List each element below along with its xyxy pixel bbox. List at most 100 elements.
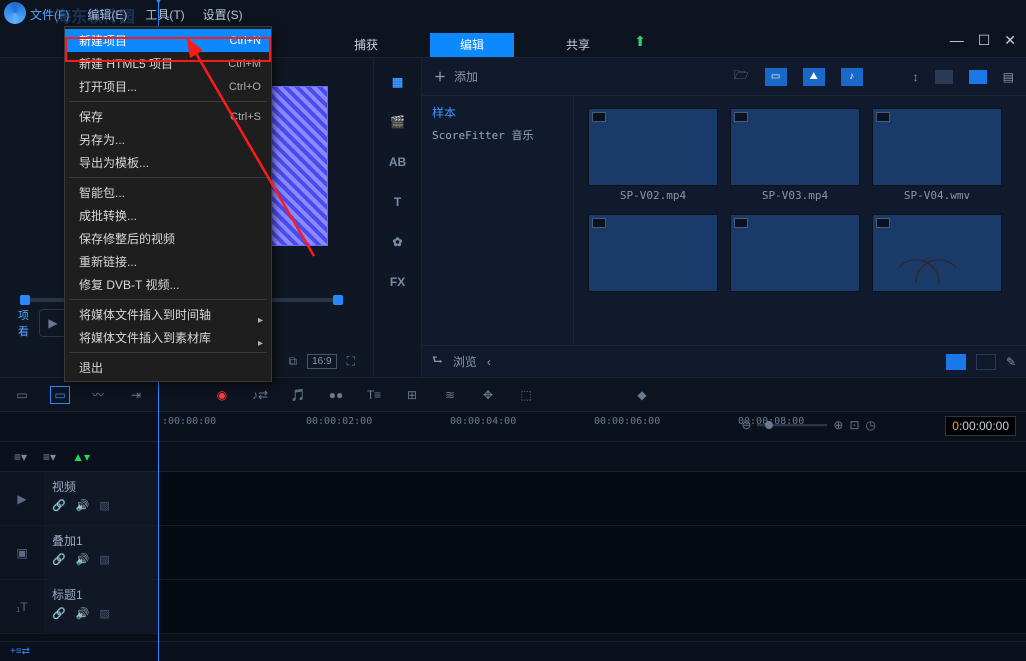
motion-button[interactable]: ●● bbox=[326, 386, 346, 404]
menu-item-保存修整后的视频[interactable]: 保存修整后的视频 bbox=[65, 227, 271, 250]
clip-item[interactable]: SP-V03.mp4 bbox=[730, 108, 860, 202]
hide-panel-button[interactable]: ▤ bbox=[1003, 70, 1014, 84]
track-header[interactable]: 标题1 🔗🔊▨ bbox=[44, 580, 158, 633]
clip-item[interactable]: SP-V02.mp4 bbox=[588, 108, 718, 202]
track-menu-2[interactable]: ≡▾ bbox=[43, 450, 56, 464]
menu-file[interactable]: 文件(F) bbox=[30, 6, 69, 23]
transition-category-icon[interactable]: AB bbox=[386, 152, 410, 172]
zoom-in-icon[interactable]: ⊕ bbox=[833, 418, 843, 432]
menu-item-将媒体文件插入到素材库[interactable]: 将媒体文件插入到素材库 bbox=[65, 326, 271, 349]
menu-item-另存为...[interactable]: 另存为... bbox=[65, 128, 271, 151]
track-type-icon[interactable]: ▶ bbox=[0, 472, 44, 525]
track-motion-button[interactable]: ≋ bbox=[440, 386, 460, 404]
subtitle-button[interactable]: T≡ bbox=[364, 386, 384, 404]
options-icon[interactable]: ✎ bbox=[1006, 355, 1016, 369]
filter-audio-button[interactable]: ♪ bbox=[841, 68, 863, 86]
clip-item[interactable] bbox=[588, 214, 718, 295]
fullscreen-button[interactable]: ⛶ bbox=[347, 354, 355, 369]
track-header[interactable]: 叠加1 🔗🔊▨ bbox=[44, 526, 158, 579]
filter-category-icon[interactable]: FX bbox=[386, 272, 410, 292]
add-track-button[interactable]: +≡⇄ bbox=[10, 646, 30, 657]
thumb-size-1[interactable] bbox=[946, 354, 966, 370]
filter-photo-button[interactable]: ⛰ bbox=[803, 68, 825, 86]
title-category-icon[interactable]: T bbox=[386, 192, 410, 212]
play-button[interactable]: ▶ bbox=[39, 309, 67, 337]
3d-title-button[interactable]: ◆ bbox=[632, 386, 652, 404]
snapshot-button[interactable]: ⧉ bbox=[289, 354, 298, 369]
menu-item-新建 HTML5 项目[interactable]: 新建 HTML5 项目Ctrl+M bbox=[65, 52, 271, 75]
sort-button[interactable]: ↕ bbox=[913, 70, 919, 84]
record-button[interactable]: ◉ bbox=[212, 386, 232, 404]
track-menu-1[interactable]: ≡▾ bbox=[14, 450, 27, 464]
fit-button[interactable]: ⊡ bbox=[849, 418, 859, 432]
step-button[interactable]: ⇥ bbox=[126, 386, 146, 404]
link-icon[interactable]: 🔗 bbox=[52, 499, 66, 512]
track-body[interactable] bbox=[158, 472, 1026, 525]
thumb-size-2[interactable] bbox=[976, 354, 996, 370]
storyboard-view-button[interactable]: ▭ bbox=[12, 386, 32, 404]
menu-tools[interactable]: 工具(T) bbox=[145, 6, 184, 23]
menu-settings[interactable]: 设置(S) bbox=[203, 6, 243, 23]
fx-icon[interactable]: ▨ bbox=[99, 607, 109, 620]
template-category-icon[interactable]: 🎬 bbox=[386, 112, 410, 132]
multi-view-button[interactable]: ⊞ bbox=[402, 386, 422, 404]
fx-icon[interactable]: ▨ bbox=[99, 499, 109, 512]
menu-item-退出[interactable]: 退出 bbox=[65, 356, 271, 379]
pan-zoom-button[interactable]: ✥ bbox=[478, 386, 498, 404]
minimize-button[interactable]: — bbox=[950, 32, 964, 49]
tree-sample[interactable]: 样本 bbox=[432, 104, 563, 121]
mixer-button[interactable]: 〰 bbox=[88, 386, 108, 404]
upload-icon[interactable]: ⬆ bbox=[634, 33, 646, 50]
tab-share[interactable]: 共享 bbox=[536, 33, 620, 57]
menu-item-成批转换...[interactable]: 成批转换... bbox=[65, 204, 271, 227]
media-category-icon[interactable]: ▦ bbox=[386, 72, 410, 92]
mute-icon[interactable]: 🔊 bbox=[76, 607, 90, 620]
menu-item-导出为模板...[interactable]: 导出为模板... bbox=[65, 151, 271, 174]
menu-item-修复 DVB-T 视频...[interactable]: 修复 DVB-T 视频... bbox=[65, 273, 271, 296]
menu-item-新建项目[interactable]: 新建项目Ctrl+N bbox=[65, 29, 271, 52]
browse-toggle-icon[interactable]: ⮑ bbox=[432, 351, 443, 372]
track-type-icon[interactable]: ₁T bbox=[0, 580, 44, 633]
tree-scorefitter[interactable]: ScoreFitter 音乐 bbox=[432, 127, 563, 143]
mask-button[interactable]: ⬚ bbox=[516, 386, 536, 404]
menu-item-智能包...[interactable]: 智能包... bbox=[65, 181, 271, 204]
tab-edit[interactable]: 编辑 bbox=[430, 33, 514, 57]
import-folder-icon[interactable]: 🗁 bbox=[734, 66, 749, 87]
menu-item-保存[interactable]: 保存Ctrl+S bbox=[65, 105, 271, 128]
add-media-button[interactable]: ＋添加 bbox=[434, 68, 478, 85]
menu-item-打开项目...[interactable]: 打开项目...Ctrl+O bbox=[65, 75, 271, 98]
auto-music-button[interactable]: 🎵 bbox=[288, 386, 308, 404]
timeline-ruler[interactable]: ⊖ ⊕ ⊡ ◷ 0:00:00:00 :00:00:0000:00:02:000… bbox=[0, 412, 1026, 442]
clip-item[interactable] bbox=[730, 214, 860, 295]
tab-capture[interactable]: 捕获 bbox=[324, 33, 408, 57]
preview-mode-project[interactable]: 项 bbox=[18, 307, 29, 323]
timeline-view-button[interactable]: ▭ bbox=[50, 386, 70, 404]
track-type-icon[interactable]: ▣ bbox=[0, 526, 44, 579]
fx-icon[interactable]: ▨ bbox=[99, 553, 109, 566]
link-icon[interactable]: 🔗 bbox=[52, 553, 66, 566]
list-view-button[interactable] bbox=[935, 70, 953, 84]
menu-edit[interactable]: 编辑(E) bbox=[87, 6, 127, 23]
track-body[interactable] bbox=[158, 580, 1026, 633]
scroll-left-button[interactable]: ‹ bbox=[487, 355, 491, 369]
track-header[interactable]: 视频 🔗🔊▨ bbox=[44, 472, 158, 525]
maximize-button[interactable]: ☐ bbox=[978, 32, 991, 49]
clip-item[interactable]: SP-V04.wmv bbox=[872, 108, 1002, 202]
mute-icon[interactable]: 🔊 bbox=[76, 553, 90, 566]
marker-button[interactable]: ▲▾ bbox=[72, 450, 90, 464]
aspect-ratio[interactable]: 16:9 bbox=[307, 354, 336, 369]
track-body[interactable] bbox=[158, 526, 1026, 579]
audio-mixer-button[interactable]: ♪⇄ bbox=[250, 386, 270, 404]
menu-item-将媒体文件插入到时间轴[interactable]: 将媒体文件插入到时间轴 bbox=[65, 303, 271, 326]
link-icon[interactable]: 🔗 bbox=[52, 607, 66, 620]
mute-icon[interactable]: 🔊 bbox=[76, 499, 90, 512]
close-button[interactable]: ✕ bbox=[1004, 32, 1016, 49]
timeline-timecode[interactable]: 0:00:00:00 bbox=[945, 416, 1016, 436]
preview-mode-clip[interactable]: 看 bbox=[18, 323, 29, 339]
filter-video-button[interactable]: ▭ bbox=[765, 68, 787, 86]
clip-item[interactable] bbox=[872, 214, 1002, 295]
menu-item-重新链接...[interactable]: 重新链接... bbox=[65, 250, 271, 273]
graphic-category-icon[interactable]: ✿ bbox=[386, 232, 410, 252]
browse-label[interactable]: 浏览 bbox=[453, 353, 477, 370]
grid-view-button[interactable] bbox=[969, 70, 987, 84]
